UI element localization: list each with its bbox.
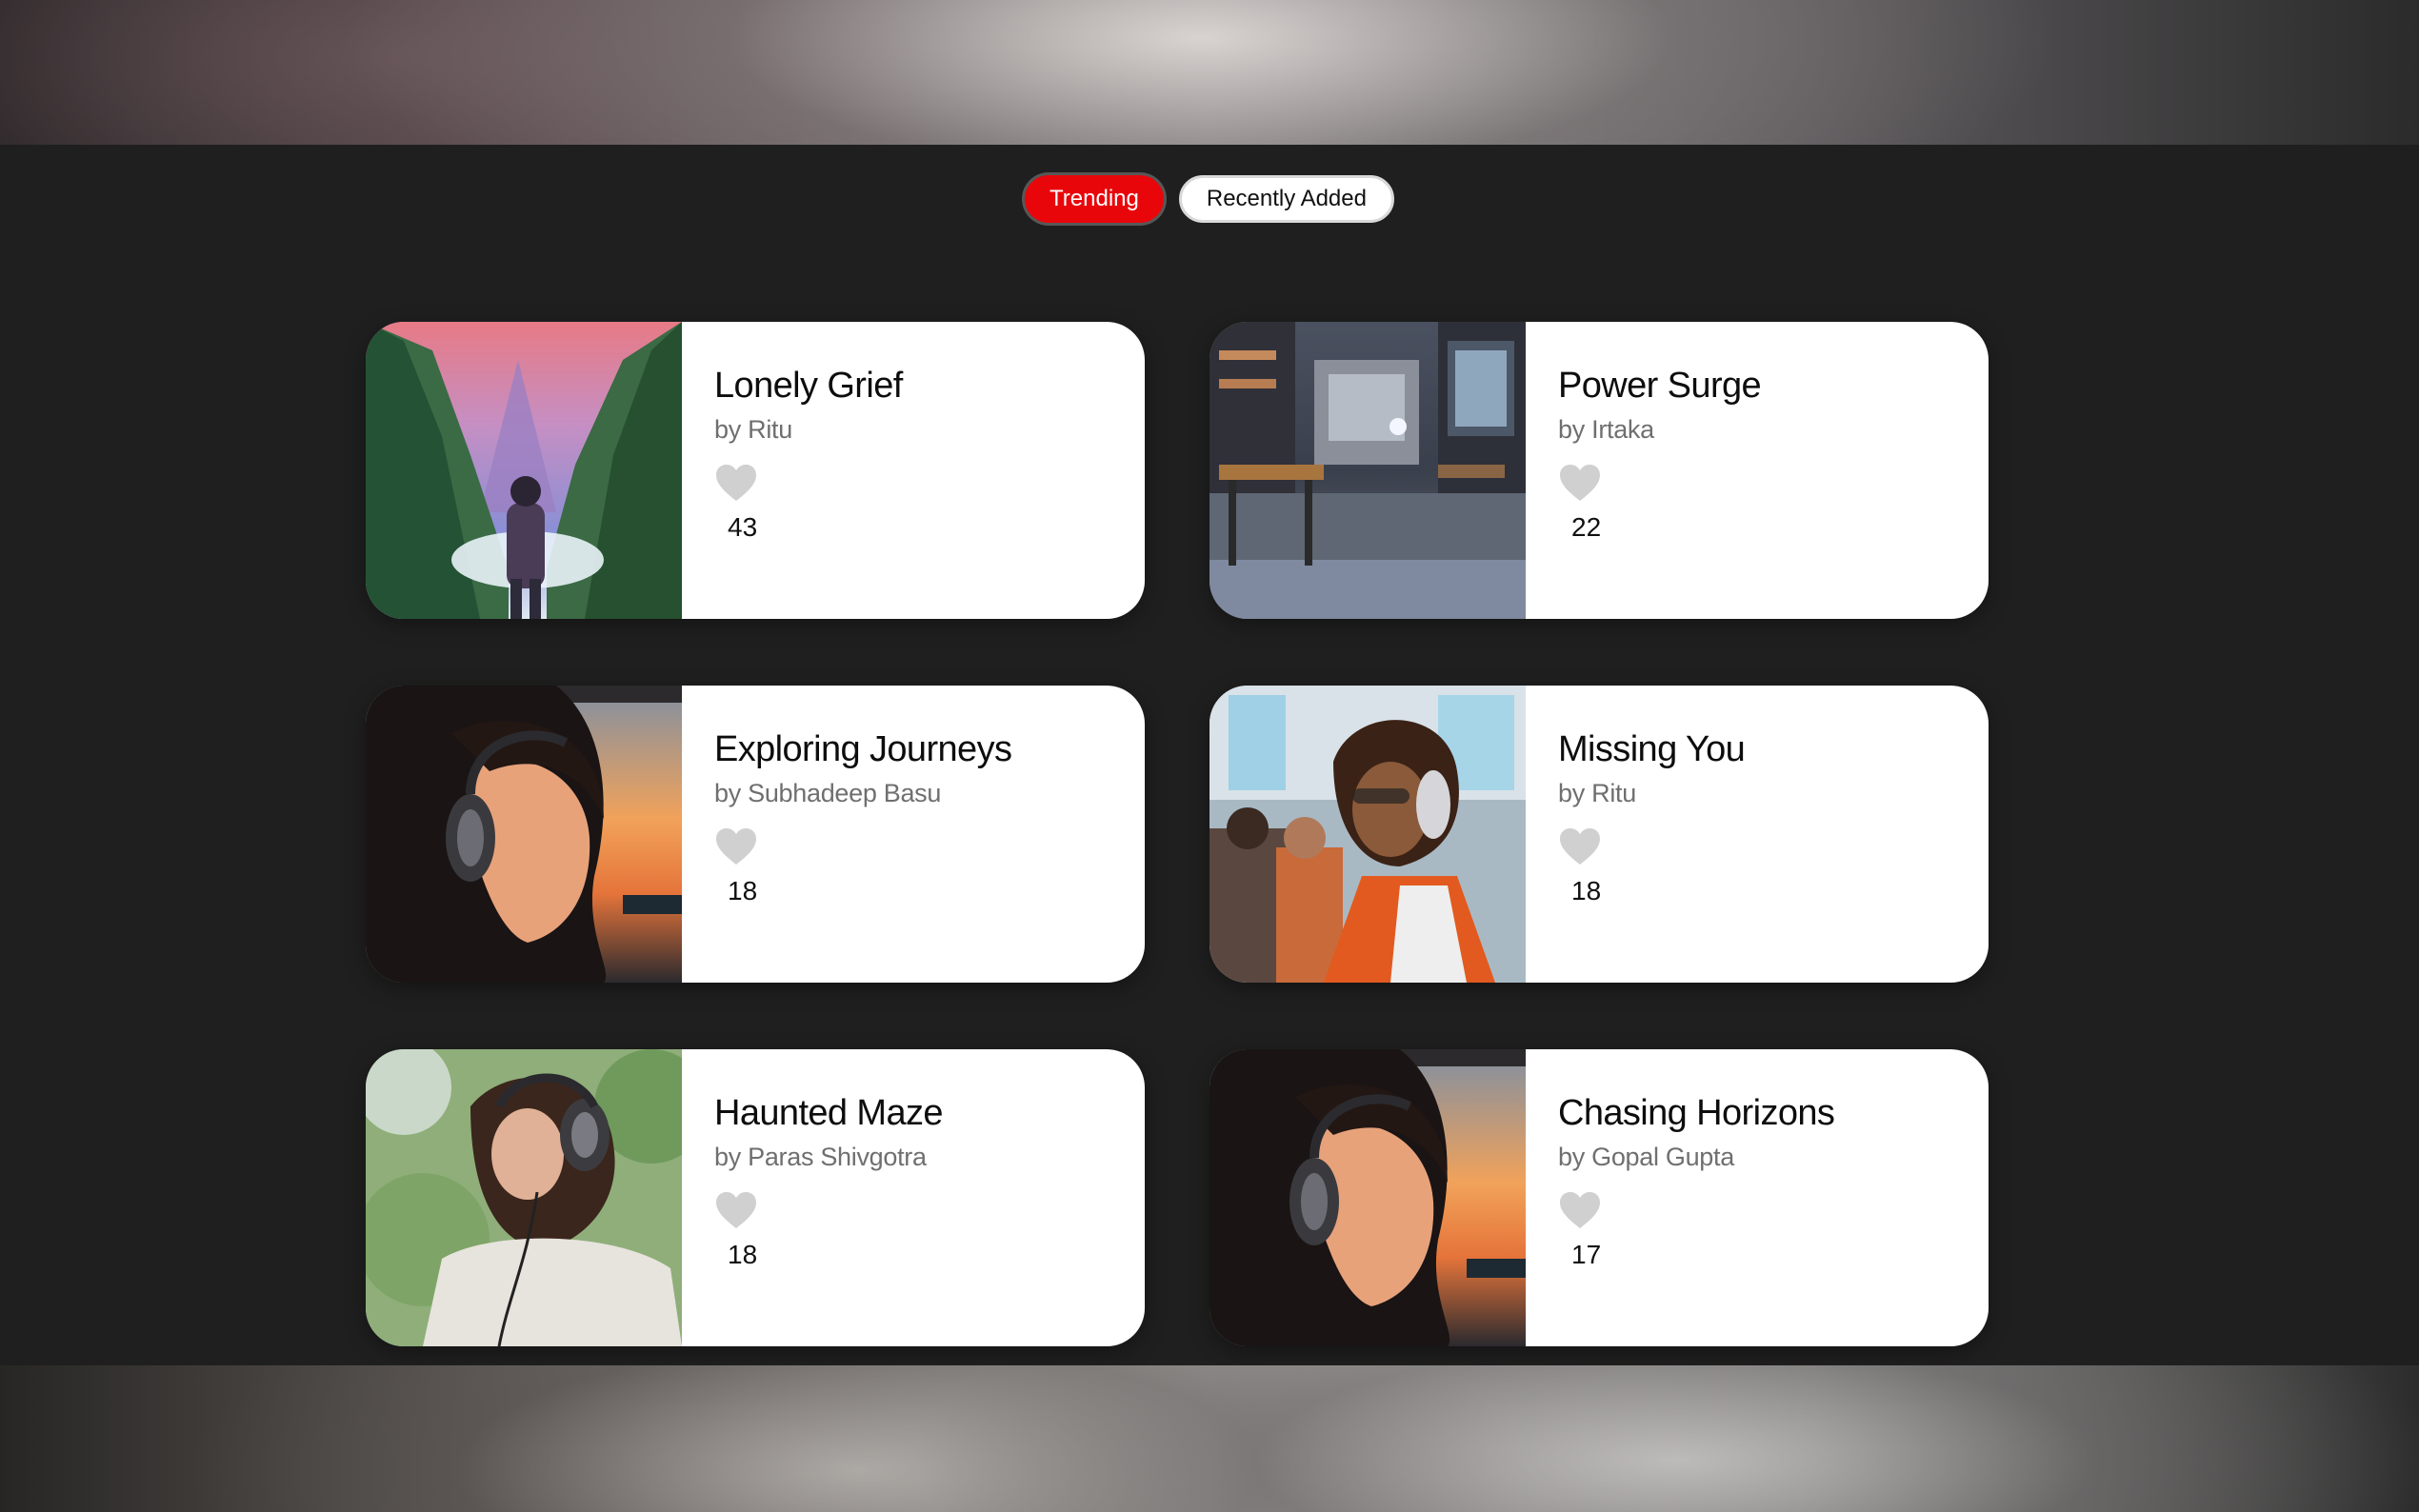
like-count: 22	[1571, 512, 1602, 542]
song-card[interactable]: Exploring Journeys by Subhadeep Basu 18	[366, 686, 1145, 983]
cover-art-futuristic-room	[1210, 322, 1526, 619]
cover-art-sunset-headphones	[1210, 1049, 1526, 1346]
song-artist[interactable]: by Paras Shivgotra	[714, 1141, 943, 1173]
song-title[interactable]: Missing You	[1558, 727, 1746, 771]
cover-art-sunset-headphones	[366, 686, 682, 983]
top-backdrop	[0, 0, 2419, 145]
song-card[interactable]: Haunted Maze by Paras Shivgotra 18	[366, 1049, 1145, 1346]
cover-art-mountain	[366, 322, 682, 619]
song-info: Chasing Horizons by Gopal Gupta 17	[1526, 1049, 1835, 1346]
tab-recently-added[interactable]: Recently Added	[1178, 175, 1394, 223]
heart-icon[interactable]	[1558, 463, 1602, 503]
filter-tabs: Trending Recently Added	[0, 175, 2419, 223]
song-grid: Lonely Grief by Ritu 43 Power Surge by I…	[366, 322, 1989, 1346]
song-card[interactable]: Lonely Grief by Ritu 43	[366, 322, 1145, 619]
like-count: 18	[728, 876, 758, 905]
like-count: 18	[1571, 876, 1602, 905]
bottom-backdrop	[0, 1365, 2419, 1512]
heart-icon[interactable]	[714, 463, 758, 503]
song-card[interactable]: Power Surge by Irtaka 22	[1210, 322, 1989, 619]
like-count: 18	[728, 1240, 758, 1269]
song-card[interactable]: Chasing Horizons by Gopal Gupta 17	[1210, 1049, 1989, 1346]
cover-art-train-headphones	[1210, 686, 1526, 983]
tab-trending[interactable]: Trending	[1025, 175, 1164, 223]
song-artist[interactable]: by Gopal Gupta	[1558, 1141, 1834, 1173]
cover-art-meadow-headphones	[366, 1049, 682, 1346]
heart-icon[interactable]	[1558, 1190, 1602, 1230]
like-count: 17	[1571, 1240, 1602, 1269]
heart-icon[interactable]	[714, 826, 758, 866]
song-title[interactable]: Chasing Horizons	[1558, 1091, 1835, 1135]
song-artist[interactable]: by Subhadeep Basu	[714, 777, 1011, 809]
heart-icon[interactable]	[1558, 826, 1602, 866]
song-info: Missing You by Ritu 18	[1526, 686, 1746, 983]
song-info: Exploring Journeys by Subhadeep Basu 18	[682, 686, 1012, 983]
song-title[interactable]: Lonely Grief	[714, 364, 903, 408]
song-card[interactable]: Missing You by Ritu 18	[1210, 686, 1989, 983]
song-artist[interactable]: by Ritu	[714, 413, 903, 446]
like-count: 43	[728, 512, 758, 542]
song-info: Haunted Maze by Paras Shivgotra 18	[682, 1049, 944, 1346]
song-info: Power Surge by Irtaka 22	[1526, 322, 1762, 619]
song-title[interactable]: Exploring Journeys	[714, 727, 1012, 771]
song-artist[interactable]: by Irtaka	[1558, 413, 1761, 446]
song-info: Lonely Grief by Ritu 43	[682, 322, 903, 619]
song-artist[interactable]: by Ritu	[1558, 777, 1745, 809]
song-title[interactable]: Haunted Maze	[714, 1091, 944, 1135]
heart-icon[interactable]	[714, 1190, 758, 1230]
song-title[interactable]: Power Surge	[1558, 364, 1762, 408]
